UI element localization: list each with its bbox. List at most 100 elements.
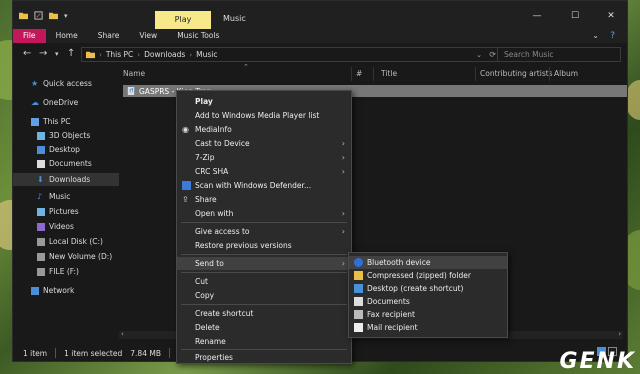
column-header-number[interactable]: #	[356, 69, 362, 78]
menu-label: CRC SHA	[195, 167, 229, 176]
nav-music[interactable]: ♪ Music	[37, 190, 70, 203]
address-row: ← → ▾ ↑ › This PC › Downloads › Music ⌄ …	[13, 43, 627, 65]
menu-label: Open with	[195, 209, 234, 218]
context-menu: Play Add to Windows Media Player list ◉ …	[176, 90, 352, 364]
fax-icon	[354, 310, 363, 319]
bluetooth-icon	[354, 258, 363, 267]
menu-item-play[interactable]: Play	[177, 95, 351, 108]
address-bar[interactable]: › This PC › Downloads › Music ⌄ ⟳	[81, 47, 501, 62]
drive-icon	[37, 267, 45, 276]
menu-item-crc-sha[interactable]: CRC SHA ›	[177, 165, 351, 178]
menu-item-cut[interactable]: Cut	[177, 275, 351, 288]
menu-label: Copy	[195, 291, 215, 300]
column-header-album[interactable]: Album	[554, 69, 578, 78]
nav-3d-objects[interactable]: 3D Objects	[37, 129, 90, 142]
close-button[interactable]: ✕	[593, 11, 629, 25]
column-divider[interactable]	[351, 67, 352, 81]
contextual-tab-play[interactable]: Play	[155, 11, 211, 29]
send-to-mail-recipient[interactable]: Mail recipient	[349, 321, 507, 334]
column-header-name[interactable]: Name	[123, 69, 145, 78]
column-header-contributing-artists[interactable]: Contributing artists	[480, 69, 553, 78]
maximize-button[interactable]: ☐	[557, 11, 593, 25]
nav-file-f[interactable]: FILE (F:)	[37, 265, 79, 278]
tab-file[interactable]: File	[13, 29, 46, 43]
column-divider[interactable]	[549, 67, 550, 81]
menu-item-open-with[interactable]: Open with ›	[177, 207, 351, 220]
menu-item-properties[interactable]: Properties	[177, 351, 351, 364]
tab-share[interactable]: Share	[88, 29, 130, 43]
qat-dropdown-icon[interactable]: ▾	[64, 12, 68, 20]
help-button[interactable]: ?	[610, 31, 615, 41]
nav-videos[interactable]: Videos	[37, 220, 74, 233]
menu-item-give-access-to[interactable]: Give access to ›	[177, 225, 351, 238]
nav-label: Videos	[49, 222, 74, 231]
refresh-icon[interactable]: ⟳	[489, 50, 496, 59]
menu-item-cast-to-device[interactable]: Cast to Device ›	[177, 137, 351, 150]
new-folder-icon[interactable]	[49, 11, 58, 20]
ribbon-expand-icon[interactable]: ⌄	[592, 31, 599, 40]
scroll-left-icon[interactable]: ‹	[121, 330, 124, 338]
menu-item-delete[interactable]: Delete	[177, 321, 351, 334]
minimize-button[interactable]: —	[519, 11, 555, 25]
nav-downloads[interactable]: ⬇ Downloads	[13, 173, 119, 186]
send-to-documents[interactable]: Documents	[349, 295, 507, 308]
tab-home[interactable]: Home	[46, 29, 88, 43]
genk-watermark: GENK	[559, 349, 636, 374]
nav-desktop[interactable]: Desktop	[37, 143, 80, 156]
tab-music-tools[interactable]: Music Tools	[167, 29, 229, 43]
nav-network[interactable]: Network	[31, 284, 74, 297]
nav-pictures[interactable]: Pictures	[37, 205, 79, 218]
send-to-bluetooth[interactable]: Bluetooth device	[349, 256, 507, 269]
menu-item-create-shortcut[interactable]: Create shortcut	[177, 307, 351, 320]
nav-label: Downloads	[49, 175, 91, 184]
menu-item-restore-previous-versions[interactable]: Restore previous versions	[177, 239, 351, 252]
menu-label: Play	[195, 97, 213, 106]
menu-item-scan-defender[interactable]: Scan with Windows Defender...	[177, 179, 351, 192]
nav-new-volume-d[interactable]: New Volume (D:)	[37, 250, 112, 263]
recent-locations-icon[interactable]: ▾	[55, 50, 59, 58]
send-to-compressed-folder[interactable]: Compressed (zipped) folder	[349, 269, 507, 282]
submenu-arrow-icon: ›	[341, 139, 345, 148]
properties-icon[interactable]	[34, 11, 43, 20]
search-input[interactable]: Search Music	[497, 47, 621, 62]
nav-documents[interactable]: Documents	[37, 157, 92, 170]
menu-label: Cast to Device	[195, 139, 250, 148]
tab-view[interactable]: View	[129, 29, 167, 43]
navigation-pane: ★ Quick access ☁ OneDrive This PC 3D Obj…	[13, 65, 119, 343]
menu-item-7zip[interactable]: 7-Zip ›	[177, 151, 351, 164]
menu-label: Bluetooth device	[367, 258, 431, 267]
nav-this-pc[interactable]: This PC	[31, 115, 70, 128]
menu-item-send-to[interactable]: Send to ›	[177, 257, 351, 270]
back-button[interactable]: ←	[23, 48, 31, 59]
column-divider[interactable]	[475, 67, 476, 81]
send-to-desktop-shortcut[interactable]: Desktop (create shortcut)	[349, 282, 507, 295]
menu-item-copy[interactable]: Copy	[177, 289, 351, 302]
menu-item-share[interactable]: ⇪ Share	[177, 193, 351, 206]
forward-button[interactable]: →	[39, 48, 47, 59]
menu-item-mediainfo[interactable]: ◉ MediaInfo	[177, 123, 351, 136]
submenu-arrow-icon: ›	[341, 259, 345, 268]
submenu-arrow-icon: ›	[341, 153, 345, 162]
up-button[interactable]: ↑	[67, 48, 75, 59]
column-divider[interactable]	[373, 67, 374, 81]
folder-icon	[19, 12, 28, 20]
address-dropdown-icon[interactable]: ⌄	[476, 51, 482, 59]
star-icon: ★	[31, 78, 39, 88]
menu-item-add-to-wmp-list[interactable]: Add to Windows Media Player list	[177, 109, 351, 122]
menu-item-rename[interactable]: Rename	[177, 335, 351, 348]
menu-label: Mail recipient	[367, 323, 418, 332]
menu-label: Documents	[367, 297, 410, 306]
nav-quick-access[interactable]: ★ Quick access	[31, 77, 92, 90]
nav-label: Quick access	[43, 79, 92, 88]
breadcrumb-downloads[interactable]: Downloads	[144, 50, 185, 59]
menu-separator	[181, 222, 347, 223]
menu-label: Give access to	[195, 227, 250, 236]
breadcrumb-this-pc[interactable]: This PC	[106, 50, 133, 59]
nav-onedrive[interactable]: ☁ OneDrive	[31, 96, 78, 109]
breadcrumb-music[interactable]: Music	[196, 50, 217, 59]
send-to-fax-recipient[interactable]: Fax recipient	[349, 308, 507, 321]
column-header-title[interactable]: Title	[381, 69, 397, 78]
scroll-right-icon[interactable]: ›	[618, 330, 621, 338]
nav-local-disk-c[interactable]: Local Disk (C:)	[37, 235, 103, 248]
zip-folder-icon	[354, 271, 363, 280]
